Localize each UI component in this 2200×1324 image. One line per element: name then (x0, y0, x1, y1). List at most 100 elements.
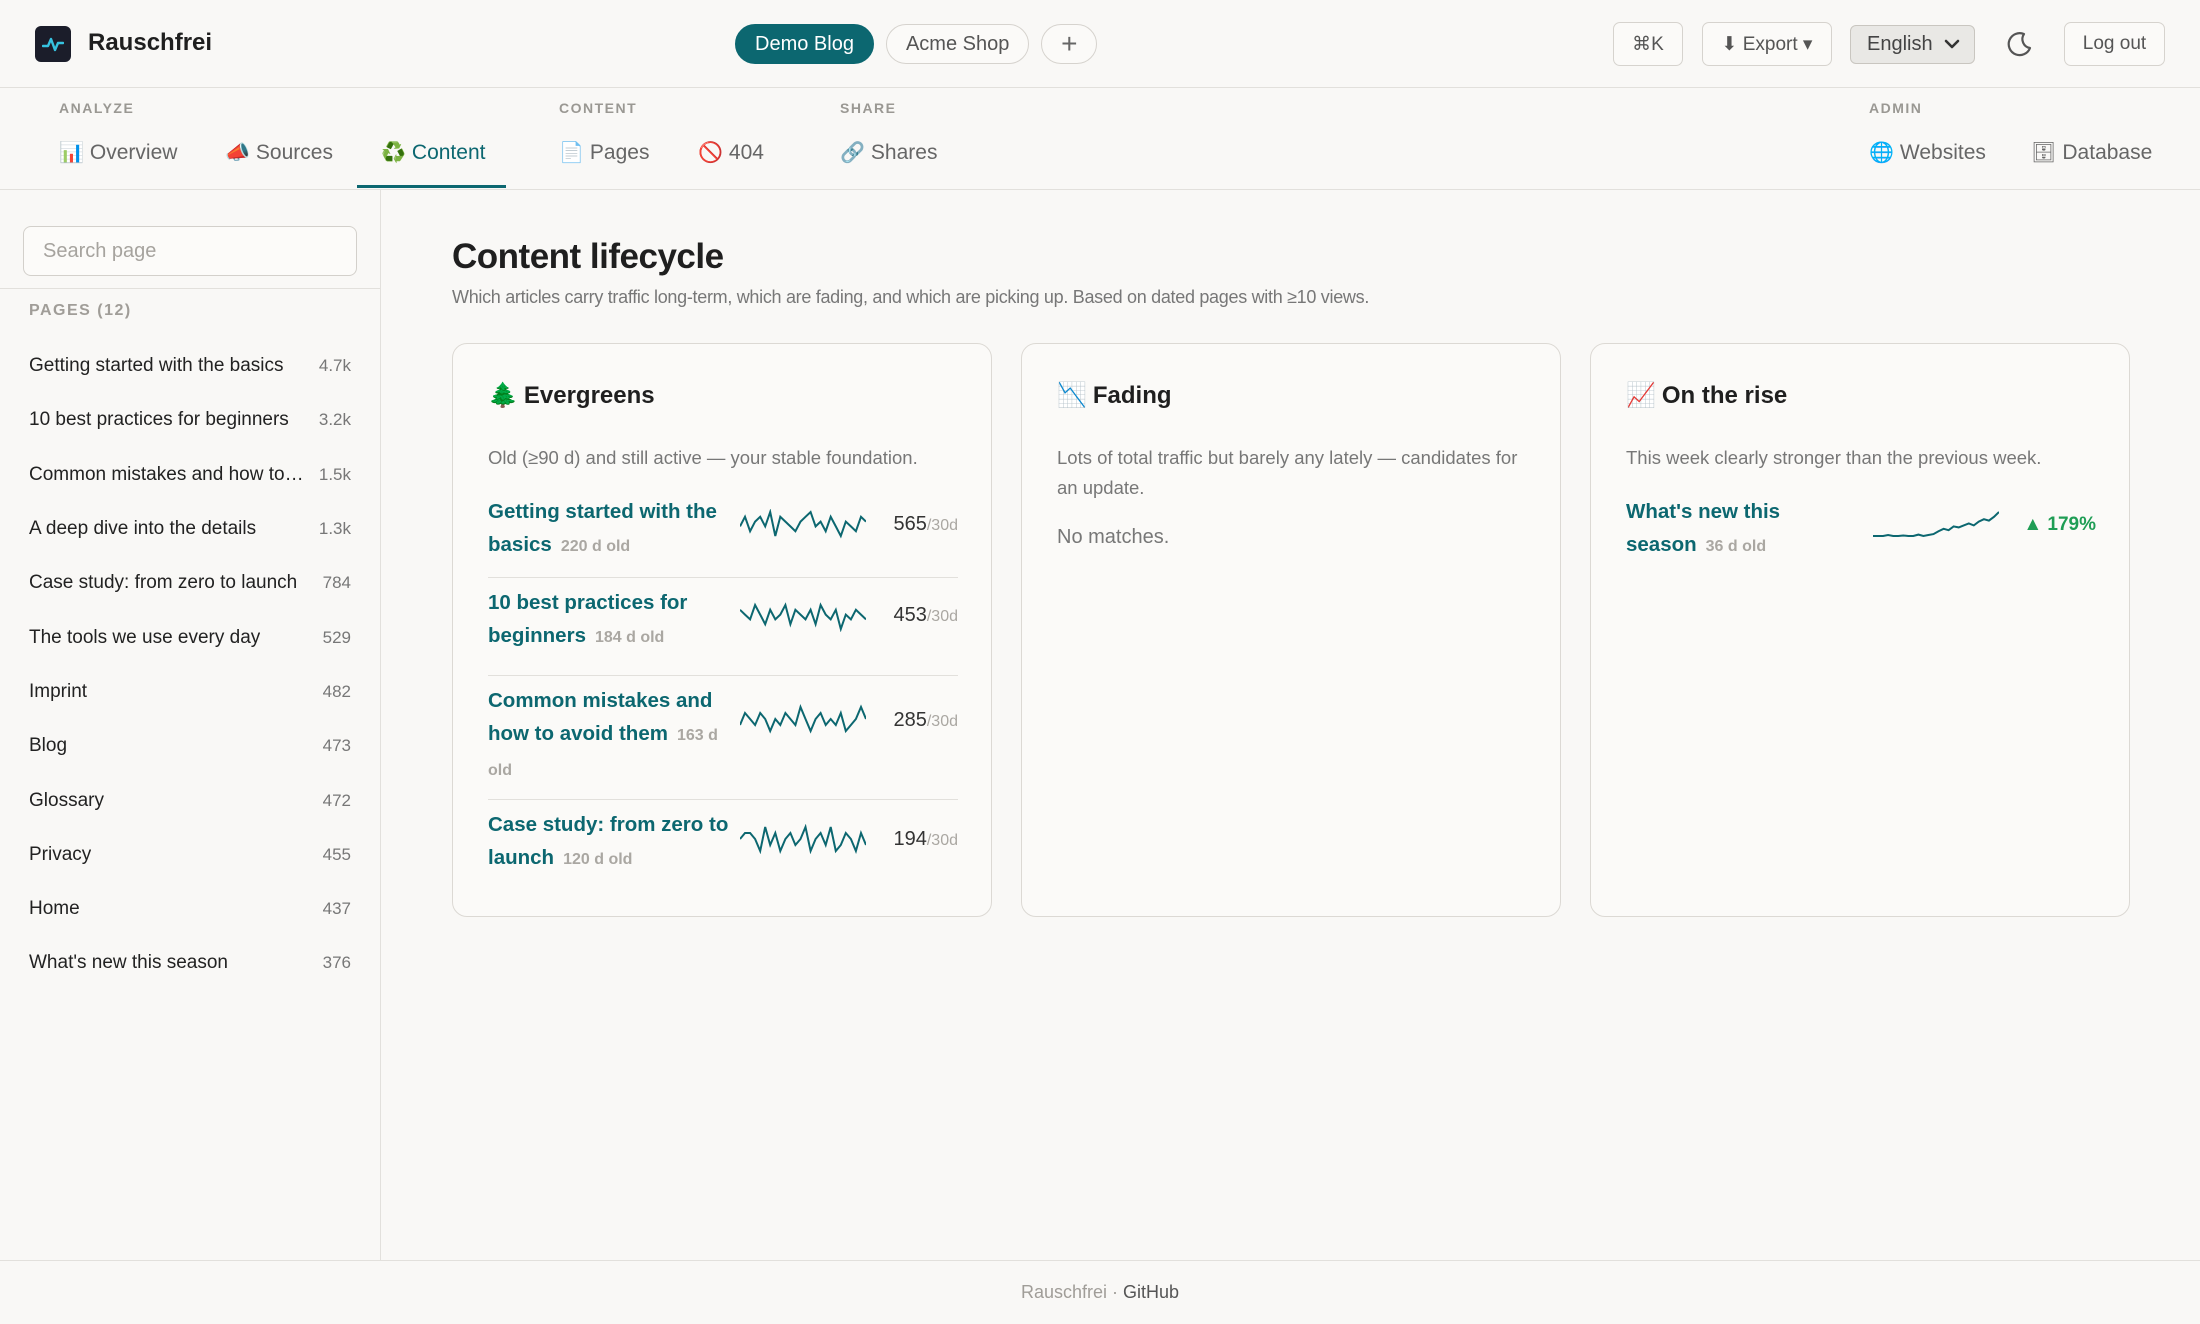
card-title: 📉 Fading (1057, 381, 1172, 410)
page-title: Common mistakes and how to avoid them (29, 463, 304, 485)
article-age: 120 d old (563, 851, 633, 868)
page-title: Blog (29, 735, 68, 757)
page-title: Imprint (29, 680, 88, 702)
nav-item-pages[interactable]: 📄 Pages (559, 140, 649, 165)
page-count: 3.2k (318, 410, 351, 430)
page-count: 473 (322, 736, 351, 756)
nav-group-share: SHARE (840, 100, 897, 116)
sidebar-divider (0, 288, 381, 289)
nav-item-label: Websites (1899, 140, 1986, 164)
app-logo[interactable] (35, 26, 71, 62)
sparkline (740, 704, 866, 734)
page-list-item[interactable]: Case study: from zero to launch 784 (29, 556, 351, 610)
active-tab-indicator (357, 185, 506, 188)
article-link[interactable]: Getting started with the basics 220 d old (488, 495, 733, 563)
page-count: 376 (322, 953, 351, 973)
card-description: Old (≥90 d) and still active — your stab… (488, 447, 918, 468)
nav-group-analyze: ANALYZE (59, 100, 135, 116)
nav-item-overview[interactable]: 📊 Overview (59, 140, 177, 165)
page-count: 455 (322, 844, 351, 864)
evergreens-card: 🌲 Evergreens Old (≥90 d) and still activ… (452, 343, 992, 917)
moon-icon[interactable] (2005, 29, 2035, 59)
growth-badge: ▲ 179% (2023, 514, 2096, 535)
nav-item-label: Pages (589, 140, 650, 164)
nav-item-404[interactable]: 🚫 404 (698, 140, 764, 165)
page-list-item[interactable]: A deep dive into the details 1.3k (29, 502, 351, 556)
command-palette-button[interactable]: ⌘K (1613, 22, 1683, 66)
views-period: /30d (926, 832, 958, 849)
article-link[interactable]: 10 best practices for beginners 184 d old (488, 586, 733, 654)
page-list-item[interactable]: Blog 473 (29, 719, 351, 773)
nav-group-content: CONTENT (559, 100, 638, 116)
language-select-value: English (1867, 33, 1933, 55)
page-title: Getting started with the basics (29, 355, 284, 377)
main-nav: ANALYZE CONTENT SHARE ADMIN 📊 Overview 📣… (0, 88, 2200, 190)
prohibited-icon: 🚫 (698, 142, 723, 164)
github-link[interactable]: GitHub (1123, 1282, 1179, 1303)
page-title: Case study: from zero to launch (29, 572, 298, 594)
article-link[interactable]: Case study: from zero to launch 120 d old (488, 808, 733, 876)
pages-label: PAGES (12) (29, 302, 132, 319)
search-input[interactable] (23, 226, 357, 276)
logout-button[interactable]: Log out (2064, 22, 2165, 66)
page-list-item[interactable]: Imprint 482 (29, 665, 351, 719)
article-link[interactable]: Common mistakes and how to avoid them 163… (488, 684, 733, 787)
nav-item-content[interactable]: ♻️ Content (381, 140, 485, 165)
page-list-item[interactable]: Glossary 472 (29, 773, 351, 827)
sparkline (740, 602, 866, 632)
nav-item-label: Content (411, 140, 486, 164)
export-button[interactable]: ⬇ Export ▾ (1702, 22, 1832, 66)
nav-item-websites[interactable]: 🌐 Websites (1869, 140, 1986, 165)
views-value: 194 (893, 828, 927, 850)
article-link[interactable]: What's new this season 36 d old (1626, 495, 1816, 563)
article-row: Getting started with the basics 220 d old… (488, 495, 958, 578)
page-count: 1.5k (318, 464, 351, 484)
app-name: Rauschfrei (88, 29, 213, 56)
page-list-item[interactable]: Getting started with the basics 4.7k (29, 339, 351, 393)
views-period: /30d (926, 608, 958, 625)
views-period: /30d (926, 713, 958, 730)
article-age: 184 d old (594, 629, 665, 646)
language-select[interactable]: English (1850, 25, 1975, 64)
sparkline (740, 824, 866, 854)
nav-item-shares[interactable]: 🔗 Shares (840, 140, 937, 165)
page-list-item[interactable]: What's new this season 376 (29, 936, 351, 990)
sparkline-line (740, 602, 866, 632)
database-icon: 🗄 (2031, 142, 2057, 164)
nav-group-admin: ADMIN (1869, 100, 1923, 116)
page-list: Getting started with the basics 4.7k 10 b… (29, 339, 351, 991)
page-list-item[interactable]: The tools we use every day 529 (29, 610, 351, 664)
article-row: What's new this season 36 d old ▲ 179% (1626, 495, 2096, 578)
page-title: 10 best practices for beginners (29, 409, 289, 431)
add-workspace-button[interactable]: + (1041, 24, 1098, 64)
page-list-item[interactable]: Common mistakes and how to avoid them 1.5… (29, 448, 351, 502)
sparkline-line (740, 824, 866, 854)
waveform-icon (42, 37, 64, 52)
megaphone-icon: 📣 (225, 142, 250, 164)
empty-state: No matches. (1057, 526, 1170, 548)
page-title: A deep dive into the details (29, 518, 257, 540)
workspace-tabs: Demo Blog Acme Shop + (735, 24, 1098, 64)
views-period: /30d (926, 517, 958, 534)
article-row: Common mistakes and how to avoid them 163… (488, 676, 958, 800)
page-title: What's new this season (29, 952, 228, 974)
views-value: 565 (893, 513, 927, 535)
page-subtitle: Which articles carry traffic long-term, … (452, 287, 1370, 307)
article-views: 565/30d (893, 513, 958, 536)
page-list-item[interactable]: Privacy 455 (29, 828, 351, 882)
nav-item-label: Sources (255, 140, 333, 164)
card-title: 🌲 Evergreens (488, 381, 655, 410)
page-title: Content lifecycle (452, 237, 724, 276)
views-value: 453 (893, 604, 927, 626)
fading-card: 📉 Fading Lots of total traffic but barel… (1021, 343, 1561, 917)
nav-item-database[interactable]: 🗄 Database (2031, 140, 2152, 165)
page-list-item[interactable]: Home 437 (29, 882, 351, 936)
page-title: Privacy (29, 843, 92, 865)
nav-item-label: Overview (89, 140, 178, 164)
page-icon: 📄 (559, 142, 584, 164)
workspace-tab-demo-blog[interactable]: Demo Blog (735, 24, 874, 64)
nav-item-sources[interactable]: 📣 Sources (225, 140, 333, 165)
page-list-item[interactable]: 10 best practices for beginners 3.2k (29, 393, 351, 447)
card-title-text: Fading (1092, 381, 1172, 409)
workspace-tab-acme-shop[interactable]: Acme Shop (885, 24, 1030, 64)
